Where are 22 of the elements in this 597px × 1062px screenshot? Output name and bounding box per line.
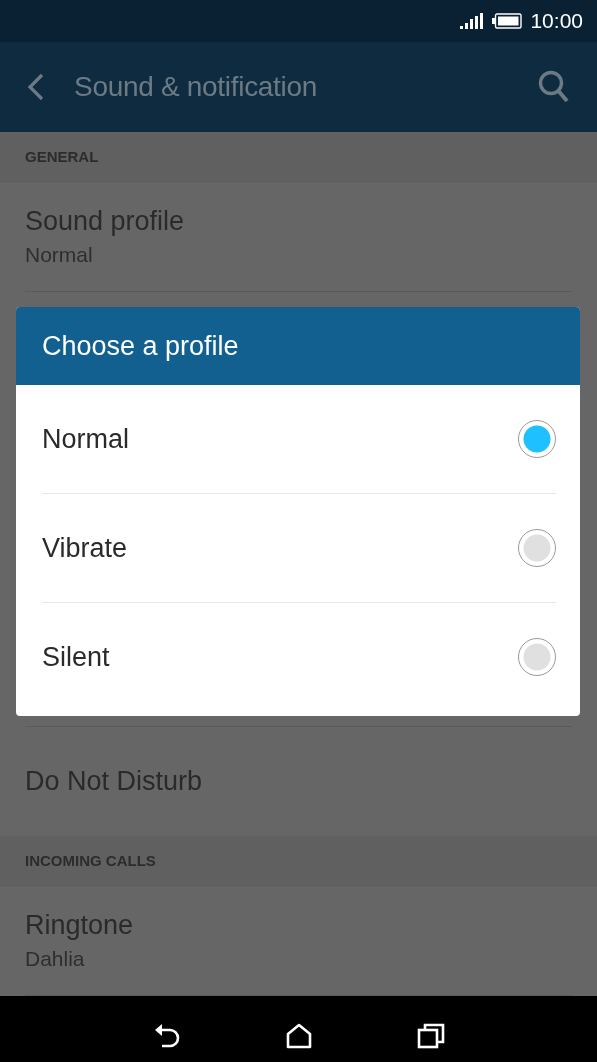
- option-label: Vibrate: [42, 532, 128, 564]
- setting-summary: Normal: [25, 243, 94, 267]
- recent-apps-icon[interactable]: [416, 1023, 445, 1049]
- setting-title: Sound profile: [25, 206, 186, 237]
- setting-summary: Dahlia: [25, 947, 86, 971]
- radio-button[interactable]: [518, 420, 556, 458]
- option-label: Silent: [42, 641, 110, 673]
- setting-title: Do Not Disturb: [25, 766, 204, 797]
- search-icon[interactable]: [537, 69, 571, 105]
- screen-title: Sound & notification: [74, 71, 319, 103]
- setting-title: Ringtone: [25, 910, 135, 941]
- radio-button[interactable]: [518, 529, 556, 567]
- profile-option[interactable]: Silent: [42, 603, 556, 711]
- signal-icon: [460, 13, 485, 29]
- profile-option[interactable]: Normal: [42, 385, 556, 494]
- dialog-title: Choose a profile: [16, 307, 580, 385]
- battery-icon: [492, 13, 523, 29]
- radio-button[interactable]: [518, 638, 556, 676]
- profile-option[interactable]: Vibrate: [42, 494, 556, 603]
- home-icon[interactable]: [286, 1023, 313, 1049]
- option-label: Normal: [42, 423, 129, 455]
- clock-time: 10:00: [530, 9, 583, 33]
